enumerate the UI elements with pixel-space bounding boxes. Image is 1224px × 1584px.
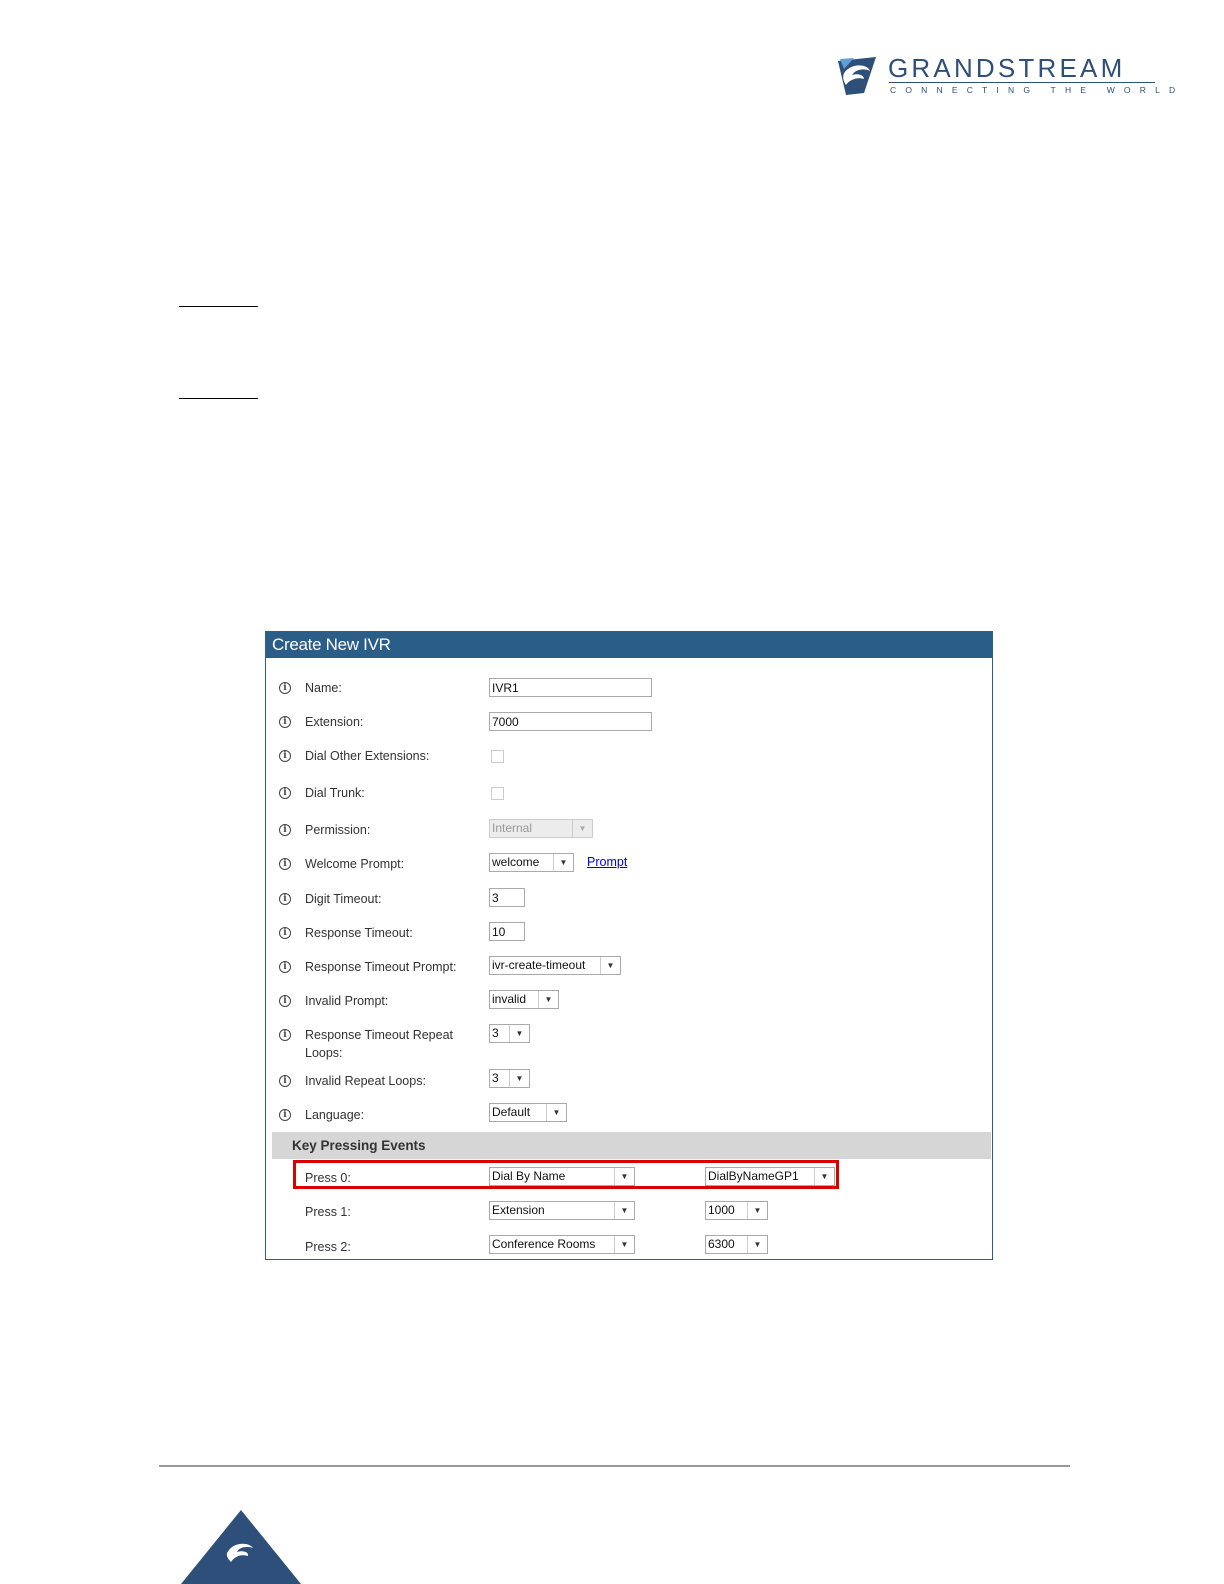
response-timeout-label: Response Timeout: — [305, 926, 413, 940]
response-timeout-prompt-value: ivr-create-timeout — [492, 958, 586, 972]
press-1-target-value: 1000 — [708, 1203, 735, 1217]
response-timeout-prompt-label: Response Timeout Prompt: — [305, 960, 457, 974]
info-icon[interactable]: i — [279, 1029, 291, 1041]
chevron-down-icon: ▼ — [600, 957, 620, 974]
language-value: Default — [492, 1105, 531, 1119]
press-0-action-select[interactable]: Dial By Name ▼ — [489, 1167, 635, 1186]
chevron-down-icon: ▼ — [509, 1025, 529, 1042]
info-icon[interactable]: i — [279, 716, 291, 728]
info-icon[interactable]: i — [279, 1109, 291, 1121]
invalid-repeat-loops-select[interactable]: 3 ▼ — [489, 1069, 530, 1088]
extension-input[interactable] — [489, 712, 652, 731]
chevron-down-icon: ▼ — [509, 1070, 529, 1087]
grandstream-swirl-icon — [838, 57, 876, 95]
permission-label: Permission: — [305, 823, 371, 837]
footer-logo-triangle — [181, 1510, 301, 1584]
press-0-target-value: DialByNameGP1 — [708, 1169, 799, 1183]
response-timeout-prompt-select[interactable]: ivr-create-timeout ▼ — [489, 956, 621, 975]
dial-trunk-checkbox[interactable] — [491, 787, 504, 800]
invalid-prompt-value: invalid — [492, 992, 527, 1006]
footer-divider — [159, 1465, 1070, 1467]
info-icon[interactable]: i — [279, 750, 291, 762]
welcome-prompt-label: Welcome Prompt: — [305, 857, 405, 871]
info-icon[interactable]: i — [279, 1075, 291, 1087]
press-0-label: Press 0: — [305, 1171, 351, 1185]
press-1-action-select[interactable]: Extension ▼ — [489, 1201, 635, 1220]
invalid-prompt-select[interactable]: invalid ▼ — [489, 990, 559, 1009]
welcome-prompt-select[interactable]: welcome ▼ — [489, 853, 574, 872]
name-input[interactable] — [489, 678, 652, 697]
permission-value: Internal — [492, 821, 533, 835]
name-label: Name: — [305, 681, 342, 695]
info-icon[interactable]: i — [279, 927, 291, 939]
info-icon[interactable]: i — [279, 961, 291, 973]
info-icon[interactable]: i — [279, 858, 291, 870]
info-icon[interactable]: i — [279, 824, 291, 836]
press-2-action-value: Conference Rooms — [492, 1237, 596, 1251]
invalid-repeat-loops-value: 3 — [492, 1071, 499, 1085]
digit-timeout-label: Digit Timeout: — [305, 892, 382, 906]
press-0-action-value: Dial By Name — [492, 1169, 566, 1183]
response-timeout-repeat-loops-label: Response Timeout Repeat Loops: — [305, 1028, 454, 1060]
brand-name: GRANDSTREAM — [888, 53, 1126, 83]
chevron-down-icon: ▼ — [538, 991, 558, 1008]
info-icon[interactable]: i — [279, 682, 291, 694]
chevron-down-icon: ▼ — [814, 1168, 834, 1185]
brand-divider — [889, 82, 1155, 83]
press-2-action-select[interactable]: Conference Rooms ▼ — [489, 1235, 635, 1254]
dial-other-extensions-checkbox[interactable] — [491, 750, 504, 763]
info-icon[interactable]: i — [279, 893, 291, 905]
chevron-down-icon: ▼ — [614, 1168, 634, 1185]
dial-other-extensions-label: Dial Other Extensions: — [305, 749, 430, 763]
prompt-link[interactable]: Prompt — [587, 855, 627, 869]
info-icon[interactable]: i — [279, 787, 291, 799]
info-icon[interactable]: i — [279, 995, 291, 1007]
permission-select[interactable]: Internal ▼ — [489, 819, 593, 838]
press-2-target-value: 6300 — [708, 1237, 735, 1251]
press-2-target-select[interactable]: 6300 ▼ — [705, 1235, 768, 1254]
press-1-target-select[interactable]: 1000 ▼ — [705, 1201, 768, 1220]
press-1-label: Press 1: — [305, 1205, 351, 1219]
language-select[interactable]: Default ▼ — [489, 1103, 567, 1122]
brand-tagline: CONNECTING THE WORLD — [890, 85, 1185, 95]
underline-1 — [179, 306, 258, 307]
press-1-action-value: Extension — [492, 1203, 545, 1217]
response-timeout-input[interactable] — [489, 922, 525, 941]
create-ivr-dialog: Create New IVR i Name: i Extension: i Di… — [265, 631, 993, 1260]
chevron-down-icon: ▼ — [747, 1202, 767, 1219]
invalid-repeat-loops-label: Invalid Repeat Loops: — [305, 1074, 426, 1088]
invalid-prompt-label: Invalid Prompt: — [305, 994, 389, 1008]
language-label: Language: — [305, 1108, 365, 1122]
chevron-down-icon: ▼ — [614, 1202, 634, 1219]
press-0-target-select[interactable]: DialByNameGP1 ▼ — [705, 1167, 835, 1186]
dialog-title: Create New IVR — [266, 632, 992, 658]
underline-2 — [179, 398, 258, 399]
chevron-down-icon: ▼ — [572, 820, 592, 837]
response-timeout-repeat-loops-select[interactable]: 3 ▼ — [489, 1024, 530, 1043]
chevron-down-icon: ▼ — [747, 1236, 767, 1253]
chevron-down-icon: ▼ — [546, 1104, 566, 1121]
press-2-label: Press 2: — [305, 1240, 351, 1254]
response-timeout-repeat-loops-value: 3 — [492, 1026, 499, 1040]
key-pressing-events-header: Key Pressing Events — [272, 1132, 991, 1159]
welcome-prompt-value: welcome — [492, 855, 540, 869]
grandstream-logo: GRANDSTREAM CONNECTING THE WORLD — [834, 53, 1175, 97]
digit-timeout-input[interactable] — [489, 888, 525, 907]
extension-label: Extension: — [305, 715, 364, 729]
chevron-down-icon: ▼ — [614, 1236, 634, 1253]
chevron-down-icon: ▼ — [553, 854, 573, 871]
dial-trunk-label: Dial Trunk: — [305, 786, 365, 800]
